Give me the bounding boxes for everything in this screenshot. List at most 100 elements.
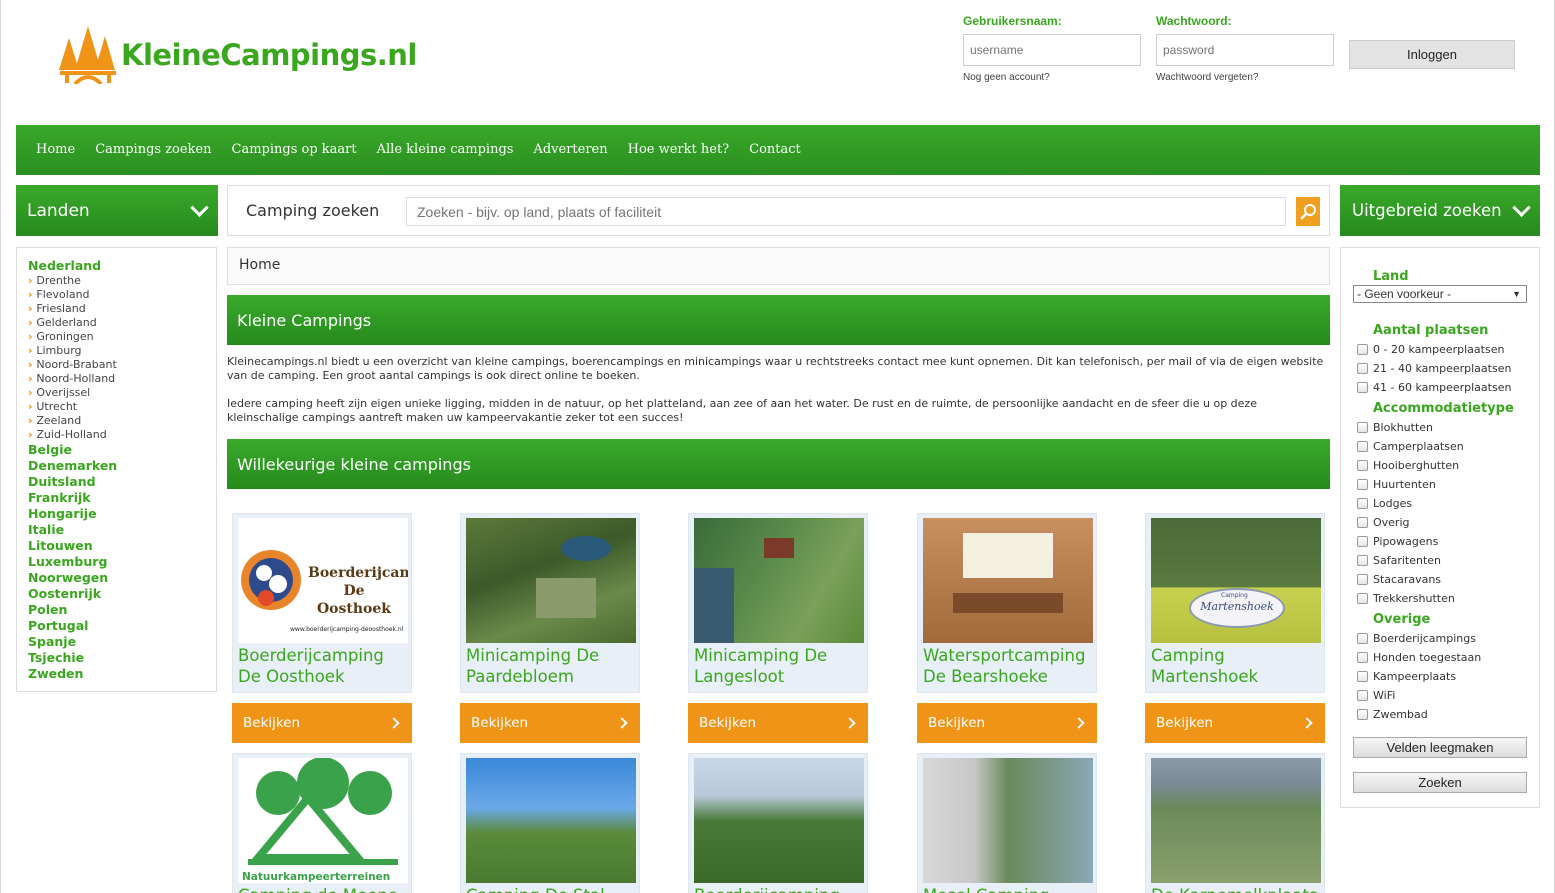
checkbox-other[interactable]: Zwembad (1357, 708, 1428, 721)
province-link[interactable]: Noord-Holland (28, 372, 216, 386)
checkbox-accom[interactable]: Pipowagens (1357, 535, 1438, 548)
camping-card[interactable]: Watersportcamping De Bearshoeke Bekijken (917, 513, 1097, 743)
country-link[interactable]: Spanje (28, 634, 216, 650)
camping-card[interactable]: www.boerderijcamping-deoosthoek.nl Boerd… (232, 513, 412, 743)
checkbox-other[interactable]: Boerderijcampings (1357, 632, 1476, 645)
province-link[interactable]: Zeeland (28, 414, 216, 428)
checkbox[interactable] (1357, 382, 1368, 393)
nav-home[interactable]: Home (26, 125, 85, 175)
province-link[interactable]: Friesland (28, 302, 216, 316)
checkbox-places-21-40[interactable]: 21 - 40 kampeerplaatsen (1357, 362, 1511, 375)
checkbox[interactable] (1357, 690, 1368, 701)
checkbox-accom[interactable]: Stacaravans (1357, 573, 1441, 586)
camping-card[interactable]: Camping Martenshoek Camping Martenshoek … (1145, 513, 1325, 743)
checkbox-other[interactable]: WiFi (1357, 689, 1395, 702)
checkbox-other[interactable]: Kampeerplaats (1357, 670, 1456, 683)
country-link[interactable]: Tsjechie (28, 650, 216, 666)
checkbox-accom[interactable]: Camperplaatsen (1357, 440, 1464, 453)
camping-card[interactable]: De Karnemelkplaats (1145, 753, 1325, 893)
country-link[interactable]: Belgie (28, 442, 216, 458)
nav-campings-zoeken[interactable]: Campings zoeken (85, 125, 221, 175)
country-link[interactable]: Italie (28, 522, 216, 538)
checkbox-accom[interactable]: Safaritenten (1357, 554, 1441, 567)
view-button[interactable]: Bekijken (688, 703, 868, 743)
login-button[interactable]: Inloggen (1349, 40, 1515, 69)
checkbox[interactable] (1357, 536, 1368, 547)
view-button[interactable]: Bekijken (460, 703, 640, 743)
country-link[interactable]: Noorwegen (28, 570, 216, 586)
checkbox-accom[interactable]: Trekkershutten (1357, 592, 1455, 605)
clear-fields-button[interactable]: Velden leegmaken (1353, 737, 1527, 758)
camping-image[interactable]: Camping Martenshoek (1151, 518, 1321, 643)
country-link[interactable]: Zweden (28, 666, 216, 682)
checkbox[interactable] (1357, 344, 1368, 355)
camping-image[interactable]: www.boerderijcamping-deoosthoek.nl Boerd… (238, 518, 408, 643)
checkbox-places-41-60[interactable]: 41 - 60 kampeerplaatsen (1357, 381, 1511, 394)
camping-card[interactable]: Boerderijcamping (688, 753, 868, 893)
view-button[interactable]: Bekijken (917, 703, 1097, 743)
province-link[interactable]: Flevoland (28, 288, 216, 302)
camping-image[interactable] (923, 758, 1093, 883)
camping-title[interactable]: Camping Martenshoek (1151, 645, 1319, 687)
checkbox-accom[interactable]: Overig (1357, 516, 1410, 529)
camping-card[interactable]: Minicamping De Paardebloem Bekijken (460, 513, 640, 743)
camping-image[interactable] (466, 758, 636, 883)
country-link[interactable]: Frankrijk (28, 490, 216, 506)
province-link[interactable]: Drenthe (28, 274, 216, 288)
checkbox-places-0-20[interactable]: 0 - 20 kampeerplaatsen (1357, 343, 1504, 356)
province-link[interactable]: Utrecht (28, 400, 216, 414)
camping-title[interactable]: Camping de Meene (238, 885, 406, 893)
camping-title[interactable]: Minicamping De Langesloot (694, 645, 862, 687)
land-select[interactable]: - Geen voorkeur - ▼ (1353, 285, 1527, 303)
camping-card[interactable]: Minicamping De Langesloot Bekijken (688, 513, 868, 743)
camping-card[interactable]: Camping De Stal (460, 753, 640, 893)
province-link[interactable]: Noord-Brabant (28, 358, 216, 372)
checkbox-accom[interactable]: Lodges (1357, 497, 1412, 510)
checkbox[interactable] (1357, 593, 1368, 604)
camping-image[interactable] (694, 758, 864, 883)
password-input[interactable] (1156, 34, 1334, 66)
checkbox[interactable] (1357, 498, 1368, 509)
camping-image[interactable] (694, 518, 864, 643)
checkbox[interactable] (1357, 363, 1368, 374)
advanced-search-header[interactable]: Uitgebreid zoeken (1340, 185, 1540, 236)
no-account-link[interactable]: Nog geen account? (963, 72, 1050, 83)
nav-alle-kleine-campings[interactable]: Alle kleine campings (367, 125, 524, 175)
province-link[interactable]: Limburg (28, 344, 216, 358)
camping-title[interactable]: Minicamping De Paardebloem (466, 645, 634, 687)
site-logo[interactable]: KleineCampings.nl (57, 26, 417, 84)
camping-title[interactable]: Watersportcamping De Bearshoeke (923, 645, 1091, 687)
checkbox[interactable] (1357, 555, 1368, 566)
view-button[interactable]: Bekijken (1145, 703, 1325, 743)
search-button[interactable] (1296, 197, 1320, 226)
country-link[interactable]: Denemarken (28, 458, 216, 474)
province-link[interactable]: Overijssel (28, 386, 216, 400)
country-nederland[interactable]: Nederland (28, 258, 216, 274)
checkbox[interactable] (1357, 441, 1368, 452)
province-link[interactable]: Gelderland (28, 316, 216, 330)
breadcrumb[interactable]: Home (227, 247, 1330, 285)
country-link[interactable]: Portugal (28, 618, 216, 634)
province-link[interactable]: Zuid-Holland (28, 428, 216, 442)
checkbox[interactable] (1357, 460, 1368, 471)
search-submit-button[interactable]: Zoeken (1353, 772, 1527, 793)
checkbox[interactable] (1357, 671, 1368, 682)
checkbox[interactable] (1357, 652, 1368, 663)
nav-campings-op-kaart[interactable]: Campings op kaart (222, 125, 367, 175)
camping-card[interactable]: Mosel Camping (917, 753, 1097, 893)
camping-title[interactable]: Boerderijcamping De Oosthoek (238, 645, 406, 687)
camping-title[interactable]: De Karnemelkplaats (1151, 885, 1319, 893)
username-input[interactable] (963, 34, 1141, 66)
checkbox[interactable] (1357, 633, 1368, 644)
camping-title[interactable]: Mosel Camping (923, 885, 1091, 893)
nav-contact[interactable]: Contact (739, 125, 811, 175)
checkbox[interactable] (1357, 517, 1368, 528)
checkbox-other[interactable]: Honden toegestaan (1357, 651, 1481, 664)
camping-image[interactable] (1151, 758, 1321, 883)
checkbox[interactable] (1357, 574, 1368, 585)
checkbox[interactable] (1357, 422, 1368, 433)
camping-title[interactable]: Boerderijcamping (694, 885, 862, 893)
camping-image[interactable] (466, 518, 636, 643)
country-link[interactable]: Polen (28, 602, 216, 618)
checkbox[interactable] (1357, 479, 1368, 490)
